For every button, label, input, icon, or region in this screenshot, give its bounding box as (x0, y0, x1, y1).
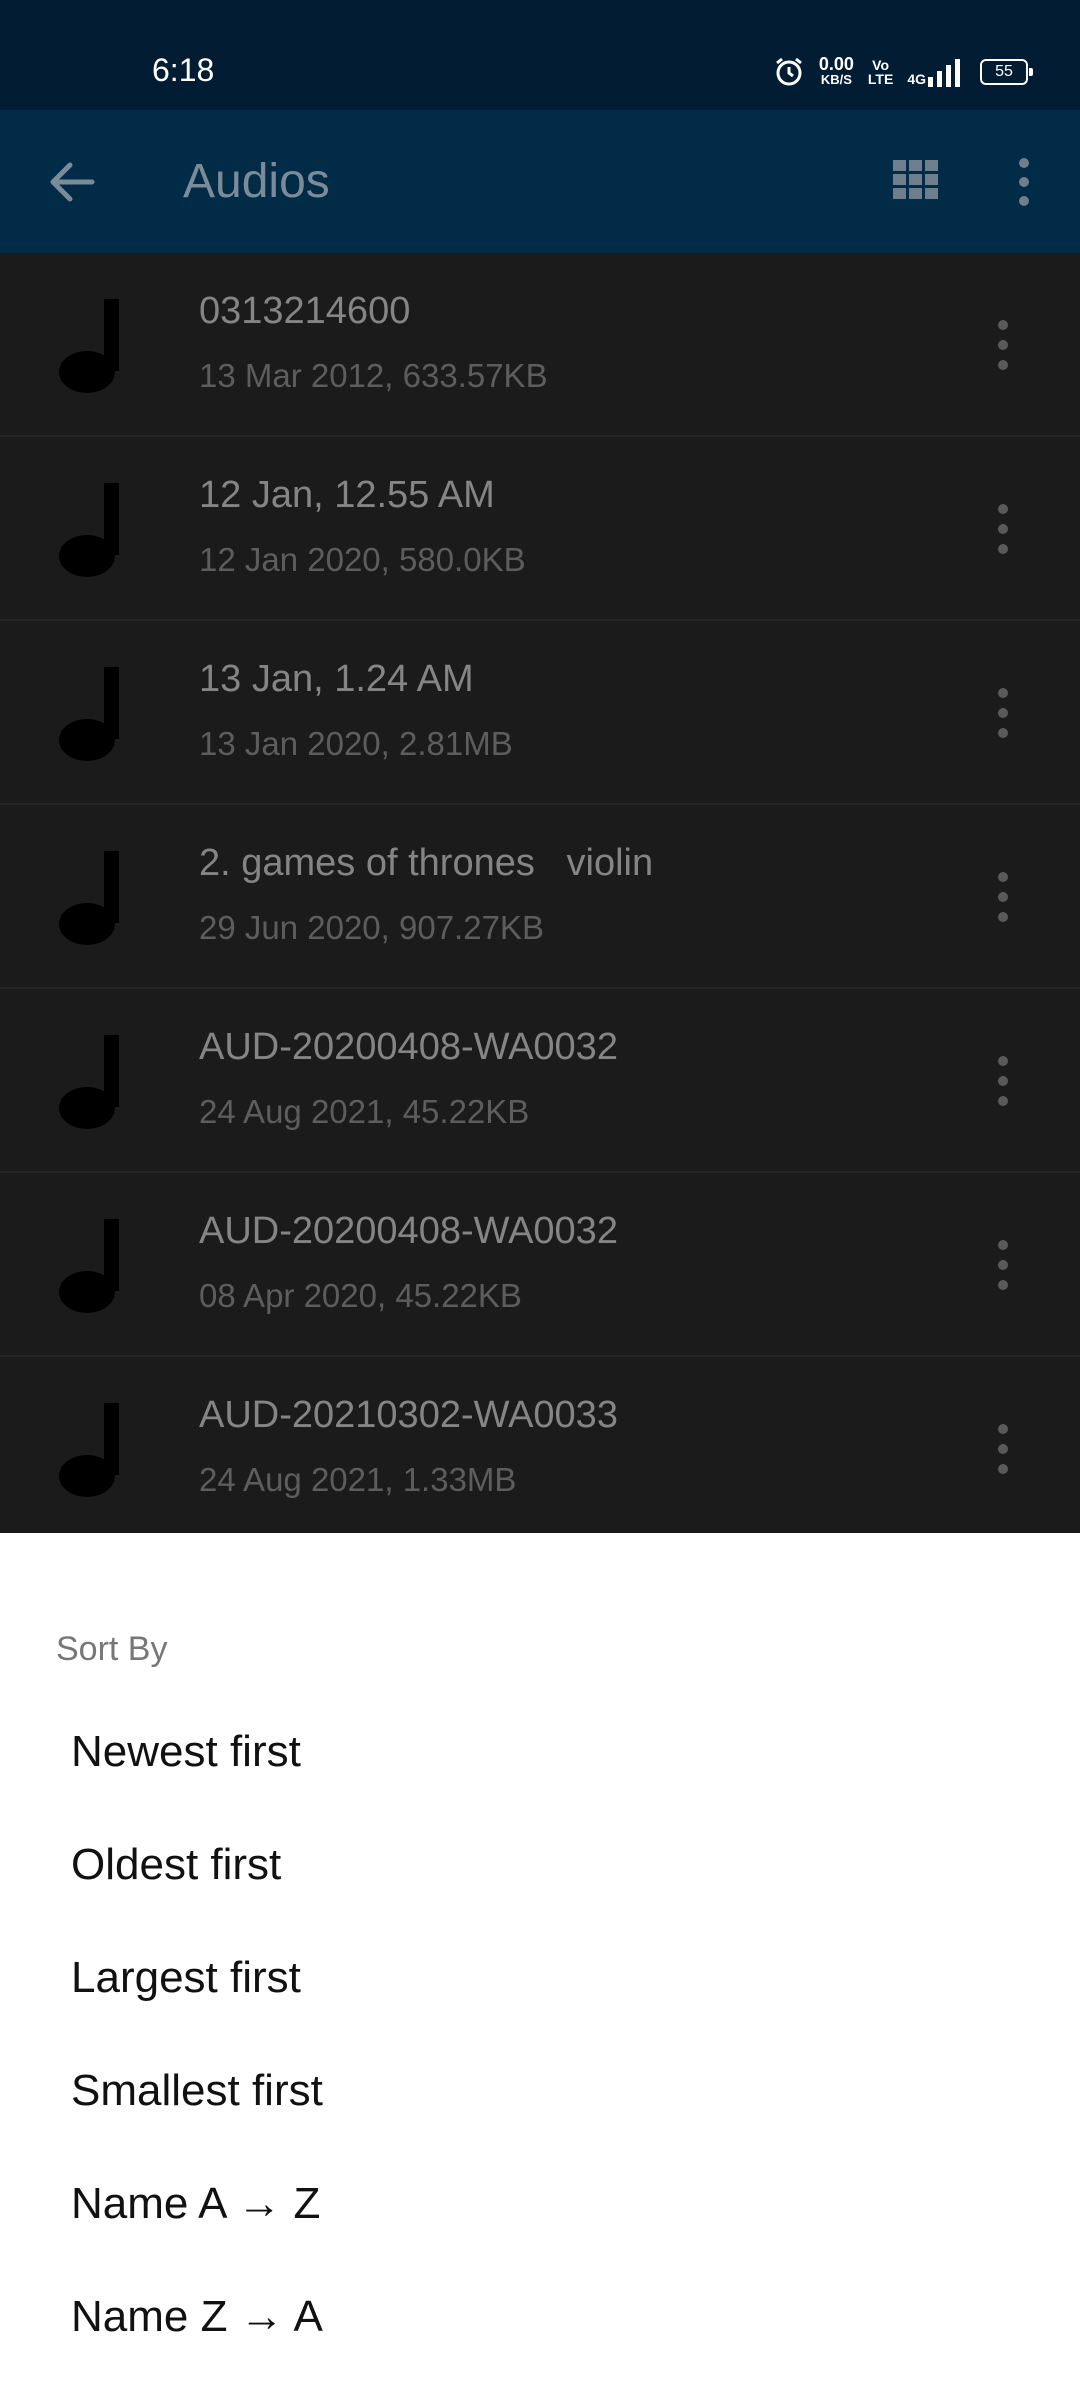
file-meta: 13 Mar 2012, 633.57KB (199, 357, 548, 394)
sort-option-largest[interactable]: Largest first (71, 1948, 301, 2008)
list-item[interactable]: 12 Jan, 12.55 AM 12 Jan 2020, 580.0KB (0, 437, 1080, 621)
list-item[interactable]: 13 Jan, 1.24 AM 13 Jan 2020, 2.81MB (0, 621, 1080, 805)
sort-option-name-za[interactable]: Name Z → A (71, 2287, 323, 2347)
item-menu-icon[interactable] (988, 501, 1018, 557)
alarm-icon (775, 57, 802, 86)
music-note-icon (59, 667, 119, 761)
sort-bottom-sheet: Sort By Newest first Oldest first Larges… (0, 1533, 1080, 2400)
sort-option-smallest[interactable]: Smallest first (71, 2061, 323, 2121)
music-note-icon (59, 1403, 119, 1497)
item-menu-icon[interactable] (988, 1237, 1018, 1293)
file-meta: 12 Jan 2020, 580.0KB (199, 541, 526, 578)
music-note-icon (59, 1035, 119, 1129)
item-menu-icon[interactable] (988, 1421, 1018, 1477)
music-note-icon (59, 483, 119, 577)
item-menu-icon[interactable] (988, 317, 1018, 373)
list-item[interactable]: 2. games of thrones violin 29 Jun 2020, … (0, 805, 1080, 989)
sort-option-newest[interactable]: Newest first (71, 1722, 301, 1782)
audio-file-list: 0313214600 13 Mar 2012, 633.57KB 12 Jan,… (0, 253, 1080, 1541)
file-name: 2. games of thrones violin (199, 842, 654, 884)
grid-view-icon[interactable] (893, 160, 939, 200)
file-meta: 29 Jun 2020, 907.27KB (199, 909, 544, 946)
file-meta: 13 Jan 2020, 2.81MB (199, 725, 513, 762)
item-menu-icon[interactable] (988, 685, 1018, 741)
file-meta: 24 Aug 2021, 1.33MB (199, 1461, 517, 1498)
app-bar: Audios (0, 110, 1080, 253)
list-item[interactable]: AUD-20200408-WA0032 24 Aug 2021, 45.22KB (0, 989, 1080, 1173)
list-item[interactable]: AUD-20210302-WA0033 24 Aug 2021, 1.33MB (0, 1357, 1080, 1541)
file-name: AUD-20200408-WA0032 (199, 1210, 618, 1252)
back-arrow-icon[interactable] (42, 154, 102, 210)
music-note-icon (59, 299, 119, 393)
list-item[interactable]: AUD-20200408-WA0032 08 Apr 2020, 45.22KB (0, 1173, 1080, 1357)
file-meta: 08 Apr 2020, 45.22KB (199, 1277, 522, 1314)
status-time: 6:18 (152, 52, 215, 88)
list-item[interactable]: 0313214600 13 Mar 2012, 633.57KB (0, 253, 1080, 437)
music-note-icon (59, 1219, 119, 1313)
more-options-icon[interactable] (1002, 155, 1046, 211)
page-title: Audios (183, 155, 330, 208)
status-bar: 6:18 0.00 KB/S Vo LTE 4G 55 (0, 0, 1080, 110)
file-meta: 24 Aug 2021, 45.22KB (199, 1093, 530, 1130)
sort-option-oldest[interactable]: Oldest first (71, 1835, 281, 1895)
file-name: 12 Jan, 12.55 AM (199, 474, 495, 516)
sort-heading: Sort By (56, 1630, 168, 1668)
file-name: 0313214600 (199, 290, 411, 332)
file-name: AUD-20200408-WA0032 (199, 1026, 618, 1068)
file-name: 13 Jan, 1.24 AM (199, 658, 474, 700)
item-menu-icon[interactable] (988, 1053, 1018, 1109)
status-icons: 0.00 KB/S Vo LTE 4G 55 (759, 52, 1033, 92)
volte-indicator: Vo LTE (867, 57, 894, 87)
network-speed: 0.00 KB/S (818, 54, 854, 87)
file-name: AUD-20210302-WA0033 (199, 1394, 618, 1436)
sort-option-name-az[interactable]: Name A → Z (71, 2174, 320, 2234)
music-note-icon (59, 851, 119, 945)
signal-indicator: 4G (907, 57, 966, 87)
item-menu-icon[interactable] (988, 869, 1018, 925)
signal-icon (928, 59, 960, 87)
battery-icon: 55 (980, 59, 1033, 85)
